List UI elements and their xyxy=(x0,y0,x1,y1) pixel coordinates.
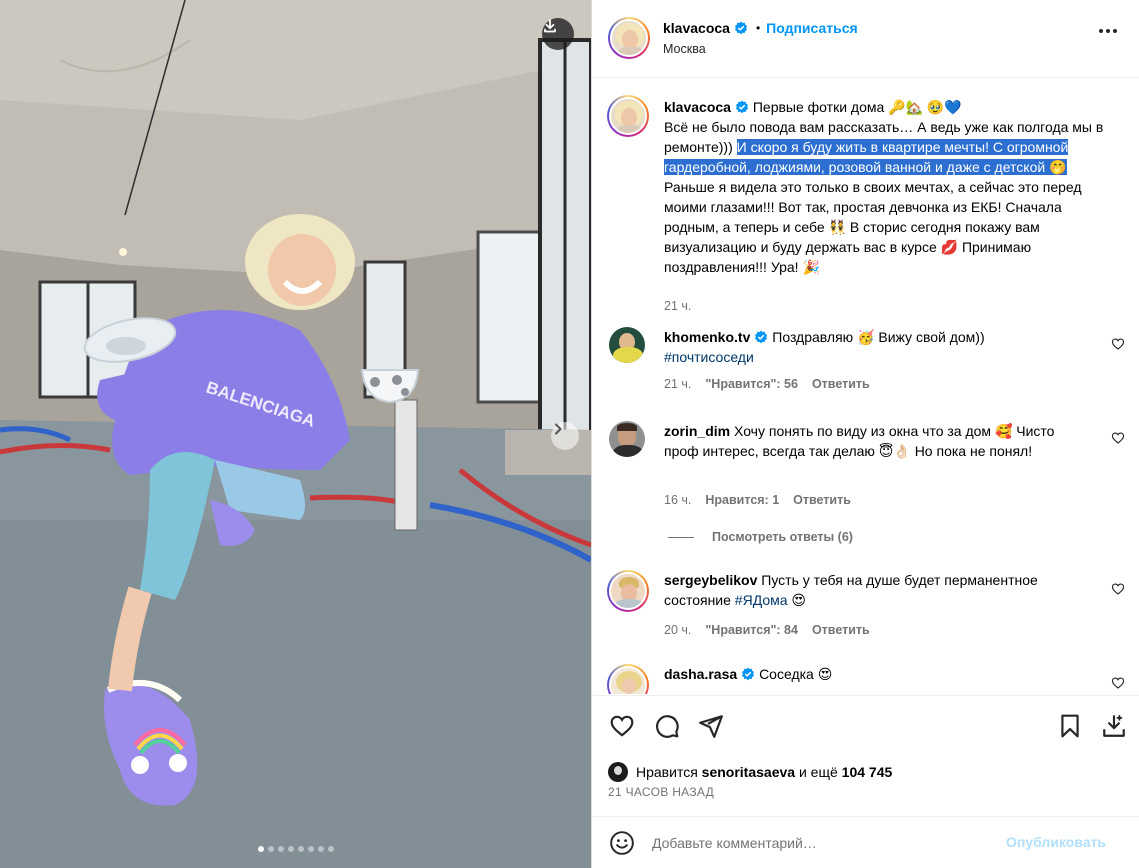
comment-meta: 21 ч. "Нравится": 56 Ответить xyxy=(664,377,870,391)
liker-username[interactable]: senoritasaeva xyxy=(702,764,795,780)
comment-text: Соседка 😍 xyxy=(759,666,833,682)
commenter-avatar[interactable] xyxy=(607,570,649,612)
download-post-button[interactable] xyxy=(1098,710,1130,742)
chevron-right-icon xyxy=(555,423,562,435)
caption-part-1: Первые фотки дома 🔑🏡 🥹💙 xyxy=(752,99,962,115)
more-options-button[interactable] xyxy=(1099,29,1117,33)
carousel-dot xyxy=(317,846,324,852)
verified-icon xyxy=(735,100,748,114)
comment-body: dasha.rasa Соседка 😍 xyxy=(664,664,1084,684)
comments-scroll-area[interactable]: klavacoca Первые фотки дома 🔑🏡 🥹💙 Всё не… xyxy=(592,79,1139,694)
comment-composer: Опубликовать xyxy=(592,816,1139,868)
carousel-indicator xyxy=(0,846,591,852)
carousel-dot xyxy=(287,846,294,852)
commenter-username[interactable]: khomenko.tv xyxy=(664,329,750,345)
likes-middle: и ещё xyxy=(798,764,838,780)
comment-time[interactable]: 20 ч. xyxy=(664,623,691,637)
likes-count[interactable]: 104 745 xyxy=(842,764,893,780)
reply-button[interactable]: Ответить xyxy=(812,623,870,637)
comment-input[interactable] xyxy=(652,831,992,855)
save-button[interactable] xyxy=(1054,710,1086,742)
post-timestamp[interactable]: 21 ЧАСОВ НАЗАД xyxy=(608,785,714,799)
post-actions: Нравится senoritasaeva и ещё 104 745 21 … xyxy=(592,695,1139,815)
liker-avatar[interactable] xyxy=(608,762,628,782)
caption-text: klavacoca Первые фотки дома 🔑🏡 🥹💙 Всё не… xyxy=(664,97,1119,277)
carousel-dot xyxy=(297,846,304,852)
comment-meta: 16 ч. Нравится: 1 Ответить xyxy=(664,493,851,507)
heart-icon xyxy=(610,715,634,737)
likes-summary[interactable]: Нравится senoritasaeva и ещё 104 745 xyxy=(608,762,892,782)
view-replies-label: Посмотреть ответы (6) xyxy=(712,530,853,544)
reply-button[interactable]: Ответить xyxy=(793,493,851,507)
download-icon xyxy=(544,19,556,33)
comment-icon xyxy=(656,715,679,738)
caption-username[interactable]: klavacoca xyxy=(664,99,731,115)
carousel-dot xyxy=(267,846,274,852)
comment-body: khomenko.tv Поздравляю 🥳 Вижу свой дом))… xyxy=(664,327,1084,367)
comment-like-icon[interactable] xyxy=(1111,582,1125,596)
caption-time[interactable]: 21 ч. xyxy=(664,299,691,313)
share-icon xyxy=(699,715,723,738)
verified-icon xyxy=(742,667,755,681)
comment-likes[interactable]: Нравится: 1 xyxy=(705,493,779,507)
photo-illustration: BALENCIAGA xyxy=(0,0,591,868)
comment-item: khomenko.tv Поздравляю 🥳 Вижу свой дом))… xyxy=(607,327,1127,397)
comment-text: Поздравляю 🥳 Вижу свой дом)) xyxy=(772,329,985,345)
comment-like-icon[interactable] xyxy=(1111,337,1125,351)
more-icon xyxy=(1099,29,1103,33)
save-icon xyxy=(1061,714,1079,738)
commenter-avatar[interactable] xyxy=(609,421,645,457)
carousel-dot xyxy=(307,846,314,852)
download-button[interactable] xyxy=(542,18,574,50)
commenter-username[interactable]: zorin_dim xyxy=(664,423,730,439)
commenter-username[interactable]: sergeybelikov xyxy=(664,572,757,588)
comment-likes[interactable]: "Нравится": 84 xyxy=(705,623,798,637)
comment-hashtag[interactable]: #почтисоседи xyxy=(664,349,754,365)
emoji-icon xyxy=(610,831,634,855)
comment-time[interactable]: 16 ч. xyxy=(664,493,691,507)
author-avatar[interactable] xyxy=(608,17,650,59)
author-username[interactable]: klavacoca xyxy=(663,20,730,36)
caption-part-3: Раньше я видела это только в своих мечта… xyxy=(664,179,1082,275)
commenter-avatar[interactable] xyxy=(609,327,645,363)
commenter-avatar[interactable] xyxy=(607,664,649,694)
post-location[interactable]: Москва xyxy=(663,42,706,56)
comment-emoji: 😍 xyxy=(791,592,807,608)
verified-icon xyxy=(734,21,747,35)
post-photo[interactable]: BALENCIAGA xyxy=(0,0,591,868)
emoji-button[interactable] xyxy=(608,829,636,857)
comment-item: zorin_dim Хочу понять по виду из окна чт… xyxy=(607,421,1127,511)
likes-prefix: Нравится xyxy=(636,764,698,780)
comment-button[interactable] xyxy=(651,710,683,742)
caption-avatar[interactable] xyxy=(607,95,649,137)
header-separator: • xyxy=(755,21,761,35)
follow-button[interactable]: Подписаться xyxy=(766,20,858,36)
verified-icon xyxy=(755,330,768,344)
view-replies-button[interactable]: Посмотреть ответы (6) xyxy=(668,530,853,544)
comment-item: sergeybelikov Пусть у тебя на душе будет… xyxy=(607,570,1127,645)
comment-like-icon[interactable] xyxy=(1111,431,1125,445)
carousel-dot xyxy=(327,846,334,852)
comment-time[interactable]: 21 ч. xyxy=(664,377,691,391)
carousel-dot xyxy=(277,846,284,852)
carousel-dot xyxy=(257,846,264,852)
next-photo-button[interactable] xyxy=(551,422,579,450)
comment-hashtag[interactable]: #ЯДома xyxy=(735,592,788,608)
comment-body: zorin_dim Хочу понять по виду из окна чт… xyxy=(664,421,1084,461)
post-header: klavacoca • Подписаться Москва xyxy=(592,0,1139,78)
replies-divider xyxy=(668,536,694,538)
reply-button[interactable]: Ответить xyxy=(812,377,870,391)
share-button[interactable] xyxy=(695,710,727,742)
post-side-panel: klavacoca • Подписаться Москва klavacoca… xyxy=(591,0,1139,868)
comment-like-icon[interactable] xyxy=(1111,676,1125,690)
comment-item: dasha.rasa Соседка 😍 xyxy=(607,664,1127,694)
commenter-username[interactable]: dasha.rasa xyxy=(664,666,737,682)
comment-body: sergeybelikov Пусть у тебя на душе будет… xyxy=(664,570,1084,610)
comment-likes[interactable]: "Нравится": 56 xyxy=(705,377,798,391)
publish-button[interactable]: Опубликовать xyxy=(1006,834,1106,850)
comment-meta: 20 ч. "Нравится": 84 Ответить xyxy=(664,623,870,637)
like-button[interactable] xyxy=(606,710,638,742)
download-icon xyxy=(1103,715,1125,737)
